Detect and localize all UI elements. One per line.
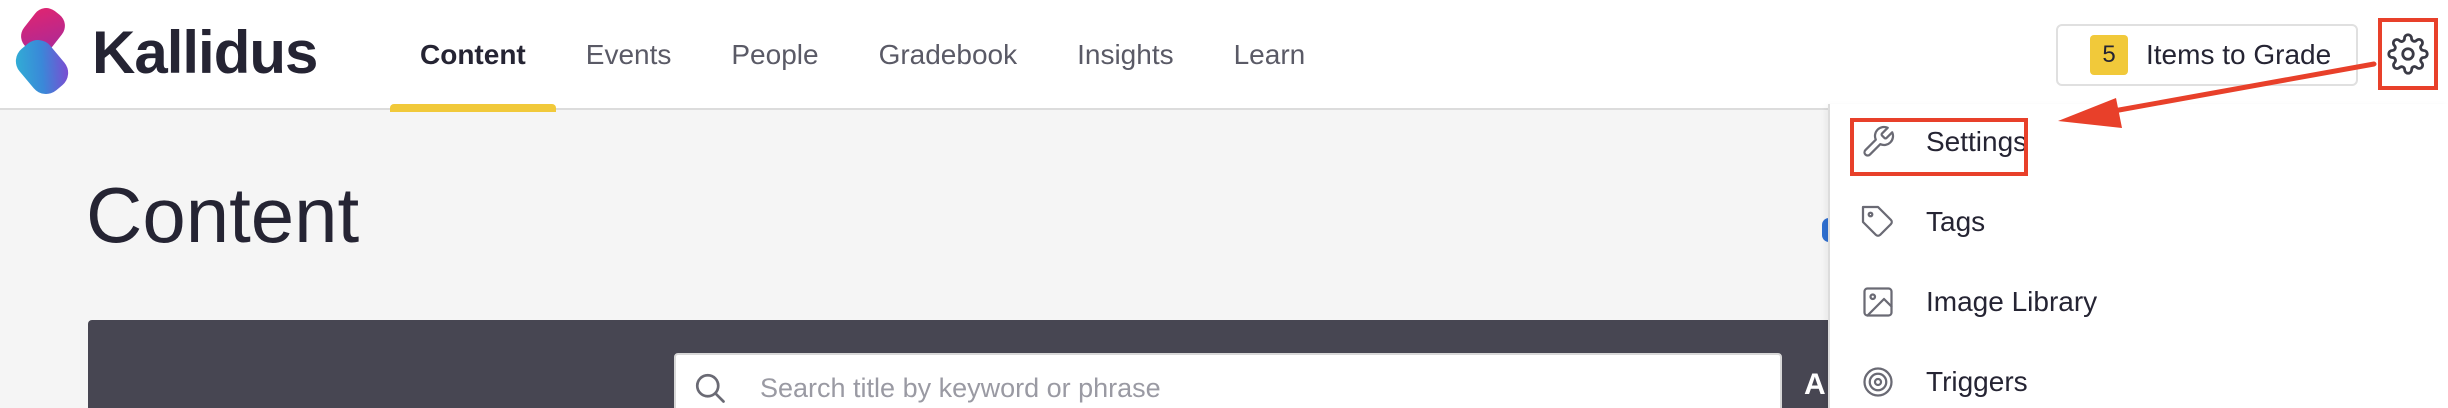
kallidus-logo[interactable]: Kallidus: [8, 6, 318, 100]
menu-item-image-library[interactable]: Image Library: [1830, 270, 2448, 334]
main-nav: Content Events People Gradebook Insights…: [390, 0, 1336, 112]
menu-label-triggers: Triggers: [1926, 366, 2028, 397]
items-to-grade-button[interactable]: 5 Items to Grade: [2056, 24, 2358, 86]
nav-item-events[interactable]: Events: [556, 0, 702, 110]
menu-item-settings[interactable]: Settings: [1830, 110, 2448, 176]
settings-gear-button[interactable]: [2378, 18, 2438, 90]
menu-item-triggers[interactable]: Triggers: [1830, 350, 2448, 408]
nav-item-gradebook[interactable]: Gradebook: [849, 0, 1048, 110]
grade-count-badge: 5: [2090, 35, 2128, 75]
nav-item-learn[interactable]: Learn: [1204, 0, 1336, 110]
panel-label-truncated: A: [1804, 368, 1826, 401]
search-box[interactable]: [674, 353, 1782, 408]
grade-label: Items to Grade: [2146, 39, 2332, 70]
target-icon: [1863, 367, 1893, 397]
app-root: Kallidus Content Events People Gradebook…: [0, 0, 2448, 408]
nav-item-content[interactable]: Content: [390, 0, 556, 112]
settings-dropdown-menu: Settings Tags Image Library Triggers: [1828, 104, 2448, 408]
page-title: Content: [86, 171, 360, 259]
brand-name: Kallidus: [92, 19, 318, 86]
gear-icon: [2387, 33, 2429, 75]
menu-item-tags[interactable]: Tags: [1830, 190, 2448, 254]
tag-icon: [1861, 205, 1893, 237]
top-navigation-bar: Kallidus Content Events People Gradebook…: [0, 0, 2448, 112]
menu-label-image-library: Image Library: [1926, 286, 2098, 317]
nav-item-insights[interactable]: Insights: [1047, 0, 1204, 110]
search-icon: [695, 373, 725, 403]
kallidus-logo-icon: [15, 8, 69, 94]
nav-item-people[interactable]: People: [701, 0, 848, 110]
image-icon: [1863, 287, 1893, 317]
settings-highlight-box: [1850, 118, 2028, 176]
menu-label-tags: Tags: [1926, 206, 1986, 237]
search-input[interactable]: [760, 372, 1740, 404]
